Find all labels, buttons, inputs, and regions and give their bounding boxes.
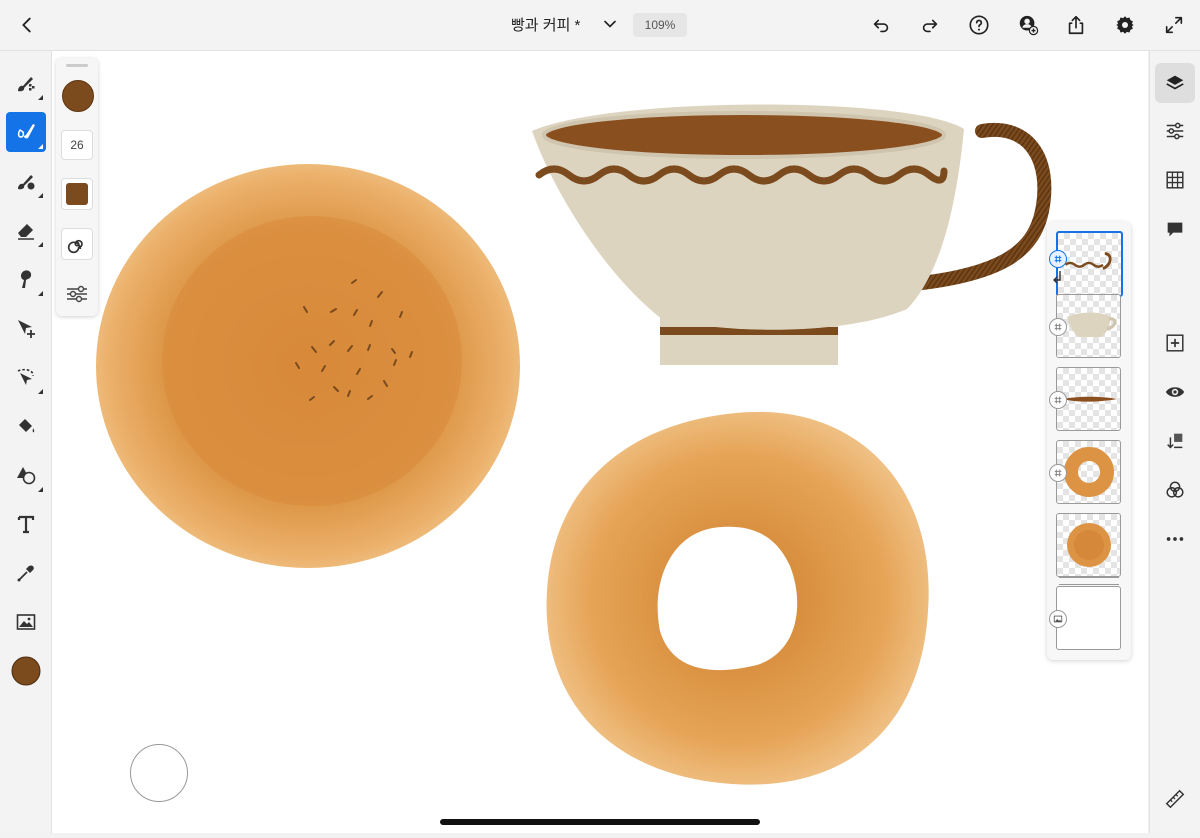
- brush-properties-panel: 26: [56, 58, 98, 316]
- chevron-down-icon[interactable]: [600, 14, 620, 34]
- color-picker-swatch[interactable]: [6, 651, 46, 691]
- visibility-eye-icon[interactable]: [1155, 372, 1195, 412]
- shapes-icon[interactable]: [6, 455, 46, 495]
- settings-gear-icon[interactable]: [1110, 10, 1140, 40]
- more-options-icon[interactable]: [1155, 519, 1195, 559]
- top-toolbar: 빵과 커피 * 109%: [0, 0, 1200, 51]
- merge-down-icon[interactable]: [1155, 421, 1195, 461]
- brush-tip-swatch[interactable]: [61, 178, 93, 210]
- donut-drawing: [546, 411, 929, 785]
- fill-bucket-icon[interactable]: [6, 406, 46, 446]
- help-icon[interactable]: [964, 10, 994, 40]
- layer-divider: [1059, 577, 1119, 585]
- drawing-canvas[interactable]: [52, 51, 1148, 833]
- brush-size-field[interactable]: 26: [61, 130, 93, 160]
- type-tool-icon[interactable]: [6, 504, 46, 544]
- ruler-icon[interactable]: [1155, 779, 1195, 819]
- coffee-cup-drawing: [532, 104, 1052, 365]
- mixer-brush-icon[interactable]: [6, 161, 46, 201]
- invite-icon[interactable]: [1013, 10, 1043, 40]
- smudge-icon[interactable]: [6, 259, 46, 299]
- eraser-icon[interactable]: [6, 210, 46, 250]
- layer-link-icon[interactable]: [1049, 464, 1067, 482]
- live-brush-icon[interactable]: [6, 112, 46, 152]
- transform-icon[interactable]: [6, 308, 46, 348]
- pixel-brush-icon[interactable]: [6, 63, 46, 103]
- flow-icon[interactable]: [61, 228, 93, 260]
- panel-grip[interactable]: [66, 64, 88, 67]
- image-icon[interactable]: [6, 602, 46, 642]
- share-icon[interactable]: [1061, 10, 1091, 40]
- layer-thumb-bun[interactable]: [1056, 513, 1121, 577]
- home-indicator: [440, 819, 760, 825]
- lasso-selection-icon[interactable]: [6, 357, 46, 397]
- layer-thumb-saucer[interactable]: [1056, 231, 1123, 297]
- brush-settings-icon[interactable]: [64, 283, 90, 305]
- layer-link-icon[interactable]: [1049, 250, 1067, 268]
- layers-panel: [1047, 222, 1131, 660]
- artwork: [96, 104, 1052, 785]
- back-icon[interactable]: [12, 10, 42, 40]
- right-sidebar: [1149, 51, 1200, 833]
- layer-link-icon[interactable]: [1049, 318, 1067, 336]
- zoom-level[interactable]: 109%: [633, 13, 687, 37]
- layers-icon[interactable]: [1155, 63, 1195, 103]
- fullscreen-icon[interactable]: [1159, 10, 1189, 40]
- grid-icon[interactable]: [1155, 160, 1195, 200]
- eyedropper-icon[interactable]: [6, 553, 46, 593]
- tools-sidebar: [0, 51, 52, 833]
- comments-icon[interactable]: [1155, 209, 1195, 249]
- add-layer-icon[interactable]: [1155, 323, 1195, 363]
- blend-mode-icon[interactable]: [1155, 470, 1195, 510]
- undo-icon[interactable]: [866, 10, 896, 40]
- clip-arrow-icon: [1053, 270, 1063, 284]
- redo-icon[interactable]: [915, 10, 945, 40]
- background-image-icon[interactable]: [1049, 610, 1067, 628]
- layer-link-icon[interactable]: [1049, 391, 1067, 409]
- brush-color-swatch[interactable]: [62, 80, 94, 112]
- bun-drawing: [96, 164, 520, 568]
- document-title[interactable]: 빵과 커피 *: [511, 14, 580, 35]
- touch-shortcut-button[interactable]: [130, 744, 188, 802]
- layer-properties-icon[interactable]: [1155, 111, 1195, 151]
